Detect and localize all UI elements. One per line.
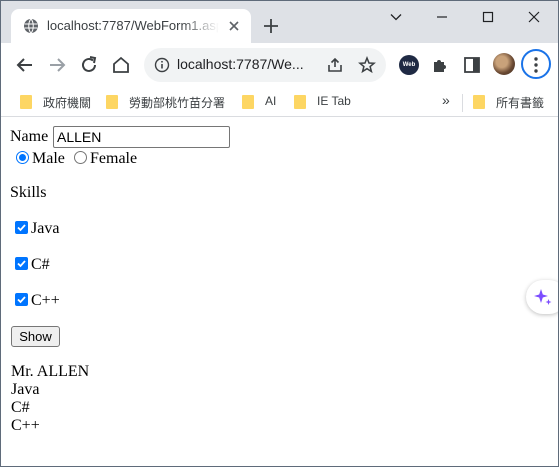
arrow-left-icon[interactable] [14,54,36,76]
bookmark-label: 勞動部桃竹苗分署 [129,96,226,110]
arrow-right-icon[interactable] [46,54,68,76]
reload-icon[interactable] [78,54,100,76]
bookmarks-overflow-button[interactable]: » [442,92,450,108]
result-line: C# [11,399,30,416]
name-label: Name [10,128,49,145]
result-line: Java [11,381,40,398]
folder-icon [293,94,307,114]
female-radio[interactable] [74,151,87,164]
close-icon[interactable] [226,18,242,34]
tab-strip: localhost:7787/WebForm1.aspx [1,1,558,43]
bookmark-labor[interactable]: 勞動部桃竹苗分署 [105,92,235,112]
browser-window: localhost:7787/WebForm1.aspx localhost:7… [0,0,559,467]
bookmark-label: 政府機關 [43,96,92,110]
globe-icon [23,18,39,34]
address-bar[interactable]: localhost:7787/We... [144,48,386,82]
info-icon[interactable] [154,57,170,77]
cpp-label[interactable]: C++ [31,292,60,310]
minimize-icon[interactable] [419,1,465,33]
tab-title-fade [181,15,219,37]
show-button[interactable]: Show [11,326,60,347]
plus-icon[interactable] [262,17,280,35]
web-extension-icon[interactable]: Web [399,55,419,75]
bookmark-label: IE Tab [317,94,351,108]
folder-icon [19,94,33,114]
puzzle-icon[interactable] [429,54,451,76]
maximize-icon[interactable] [465,1,511,33]
skills-heading: Skills [10,184,47,201]
bookmark-all[interactable]: 所有書籤 [472,92,552,112]
bookmark-label: AI [265,94,277,108]
female-label[interactable]: Female [90,150,137,168]
more-vert-icon[interactable] [521,49,551,79]
name-input[interactable] [53,126,230,148]
male-label[interactable]: Male [32,150,65,168]
tab-webform1[interactable]: localhost:7787/WebForm1.aspx [11,9,251,43]
java-label[interactable]: Java [31,220,59,238]
csharp-label[interactable]: C# [31,256,50,274]
sparkle-icon[interactable] [526,280,558,314]
bookmark-ie-tab[interactable]: IE Tab [293,92,363,112]
male-radio[interactable] [16,151,29,164]
browser-toolbar: localhost:7787/We... Web [1,43,558,87]
result-line: Mr. ALLEN [11,363,90,380]
bookmarks-bar: 政府機關 勞動部桃竹苗分署 AI IE Tab 所有書籤 [1,87,558,117]
bookmark-ai[interactable]: AI [241,92,283,112]
close-icon[interactable] [511,1,557,33]
result-line: C++ [11,417,40,434]
page-content: Name Male Female Skills Java C# C++ Show… [1,118,558,466]
bookmark-label: 所有書籤 [496,96,545,110]
java-checkbox[interactable] [15,221,28,234]
star-icon[interactable] [358,55,376,78]
address-text: localhost:7787/We... [177,56,304,72]
home-icon[interactable] [110,54,132,76]
folder-icon [105,94,119,114]
sidebar-icon[interactable] [461,54,483,76]
share-icon[interactable] [326,56,344,78]
csharp-checkbox[interactable] [15,257,28,270]
cpp-checkbox[interactable] [15,293,28,306]
avatar[interactable] [493,53,515,75]
folder-icon [472,94,486,114]
bookmark-gov[interactable]: 政府機關 [19,92,97,112]
chevron-down-icon[interactable] [373,1,419,33]
folder-icon [241,94,255,114]
bookmarks-divider [462,94,463,112]
